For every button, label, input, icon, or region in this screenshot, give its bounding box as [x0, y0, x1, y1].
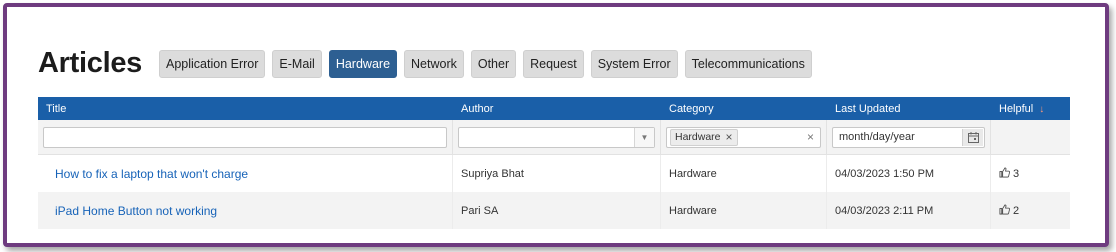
row-category: Hardware	[661, 192, 827, 229]
helpful-count: 2	[1013, 204, 1020, 217]
filter-category-cell: Hardware × ×	[661, 120, 827, 154]
arrow-down-icon: ↓	[1039, 103, 1045, 115]
category-chips: Application Error E-Mail Hardware Networ…	[159, 49, 812, 78]
chevron-down-icon[interactable]: ▼	[634, 127, 654, 147]
filter-author-cell: ▼	[453, 120, 661, 154]
header-author[interactable]: Author	[453, 103, 661, 115]
date-filter-placeholder: month/day/year	[839, 131, 915, 143]
article-link[interactable]: How to fix a laptop that won't charge	[55, 167, 248, 181]
chip-request[interactable]: Request	[523, 49, 584, 78]
chip-network[interactable]: Network	[404, 49, 464, 78]
date-filter-input[interactable]: month/day/year	[832, 126, 985, 148]
header-last-updated[interactable]: Last Updated	[827, 103, 991, 115]
chip-hardware[interactable]: Hardware	[328, 49, 398, 78]
author-filter-select[interactable]: ▼	[458, 126, 655, 148]
articles-panel: Articles Application Error E-Mail Hardwa…	[3, 3, 1109, 247]
row-helpful: 2	[991, 192, 1070, 229]
header-title[interactable]: Title	[38, 103, 453, 115]
clear-icon[interactable]: ×	[807, 130, 814, 144]
header-helpful-label: Helpful	[999, 102, 1034, 115]
row-title-cell: How to fix a laptop that won't charge	[38, 155, 453, 192]
chip-application-error[interactable]: Application Error	[159, 49, 266, 78]
helpful-count: 3	[1013, 167, 1020, 180]
row-title-cell: iPad Home Button not working	[38, 192, 453, 229]
filter-helpful-cell	[991, 120, 1070, 154]
category-filter-tag: Hardware ×	[670, 128, 738, 146]
row-last-updated: 04/03/2023 1:50 PM	[827, 155, 991, 192]
articles-table: Title Author Category Last Updated Helpf…	[38, 97, 1070, 229]
table-header: Title Author Category Last Updated Helpf…	[38, 97, 1070, 120]
row-last-updated: 04/03/2023 2:11 PM	[827, 192, 991, 229]
calendar-icon[interactable]	[962, 128, 983, 146]
filter-title-cell	[38, 120, 453, 154]
table-row: iPad Home Button not working Pari SA Har…	[38, 192, 1070, 229]
title-filter-input[interactable]	[43, 126, 447, 148]
page-title: Articles	[38, 47, 142, 79]
close-icon[interactable]: ×	[726, 130, 733, 144]
row-helpful: 3	[991, 155, 1070, 192]
header-category[interactable]: Category	[661, 103, 827, 115]
header-helpful[interactable]: Helpful ↓	[991, 103, 1070, 115]
filter-row: ▼ Hardware × × month/day/year	[38, 120, 1070, 155]
table-row: How to fix a laptop that won't charge Su…	[38, 155, 1070, 192]
row-author: Supriya Bhat	[453, 155, 661, 192]
thumbs-up-icon[interactable]	[999, 167, 1010, 181]
row-author: Pari SA	[453, 192, 661, 229]
filter-date-cell: month/day/year	[827, 120, 991, 154]
article-link[interactable]: iPad Home Button not working	[55, 204, 217, 218]
category-filter-select[interactable]: Hardware × ×	[666, 126, 821, 148]
chip-email[interactable]: E-Mail	[272, 49, 322, 78]
header-row: Articles Application Error E-Mail Hardwa…	[38, 47, 812, 80]
chip-other[interactable]: Other	[470, 49, 517, 78]
thumbs-up-icon[interactable]	[999, 204, 1010, 218]
chip-system-error[interactable]: System Error	[590, 49, 678, 78]
category-filter-tag-label: Hardware	[675, 131, 721, 143]
chip-telecommunications[interactable]: Telecommunications	[684, 49, 812, 78]
row-category: Hardware	[661, 155, 827, 192]
